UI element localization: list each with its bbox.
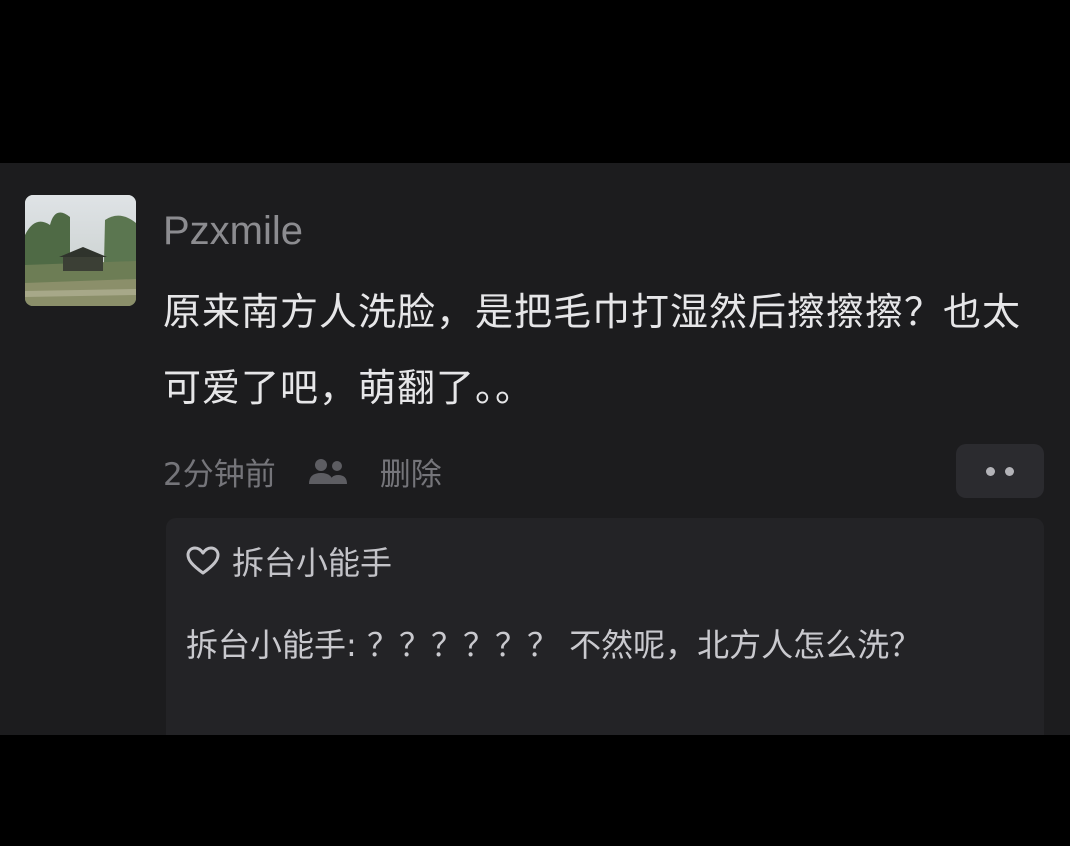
comment-time: 2分钟前 xyxy=(163,456,276,493)
share-users-icon[interactable] xyxy=(306,456,350,486)
more-button[interactable] xyxy=(956,444,1044,498)
avatar-image xyxy=(25,195,136,306)
screen: Pzxmile 原来南方人洗脸，是把毛巾打湿然后擦擦擦？也太可爱了吧，萌翻了。。… xyxy=(0,0,1070,846)
comment-username[interactable]: Pzxmile xyxy=(163,205,303,257)
reply-text: 拆台小能手: ？？？？？？ 不然呢，北方人怎么洗？ xyxy=(186,626,922,664)
avatar[interactable] xyxy=(25,195,136,306)
reply-box: 拆台小能手 拆台小能手: ？？？？？？ 不然呢，北方人怎么洗？ xyxy=(166,518,1044,735)
more-dots-icon xyxy=(986,466,995,476)
more-dots-icon xyxy=(1005,466,1014,476)
comment-text: 原来南方人洗脸，是把毛巾打湿然后擦擦擦？也太可爱了吧，萌翻了。。 xyxy=(163,290,1022,410)
comment-meta: 2分钟前 删除 xyxy=(163,448,442,494)
delete-button[interactable]: 删除 xyxy=(380,449,442,494)
heart-icon[interactable] xyxy=(186,546,220,576)
like-row: 拆台小能手 xyxy=(186,538,392,584)
liked-by-name[interactable]: 拆台小能手 xyxy=(232,538,392,584)
